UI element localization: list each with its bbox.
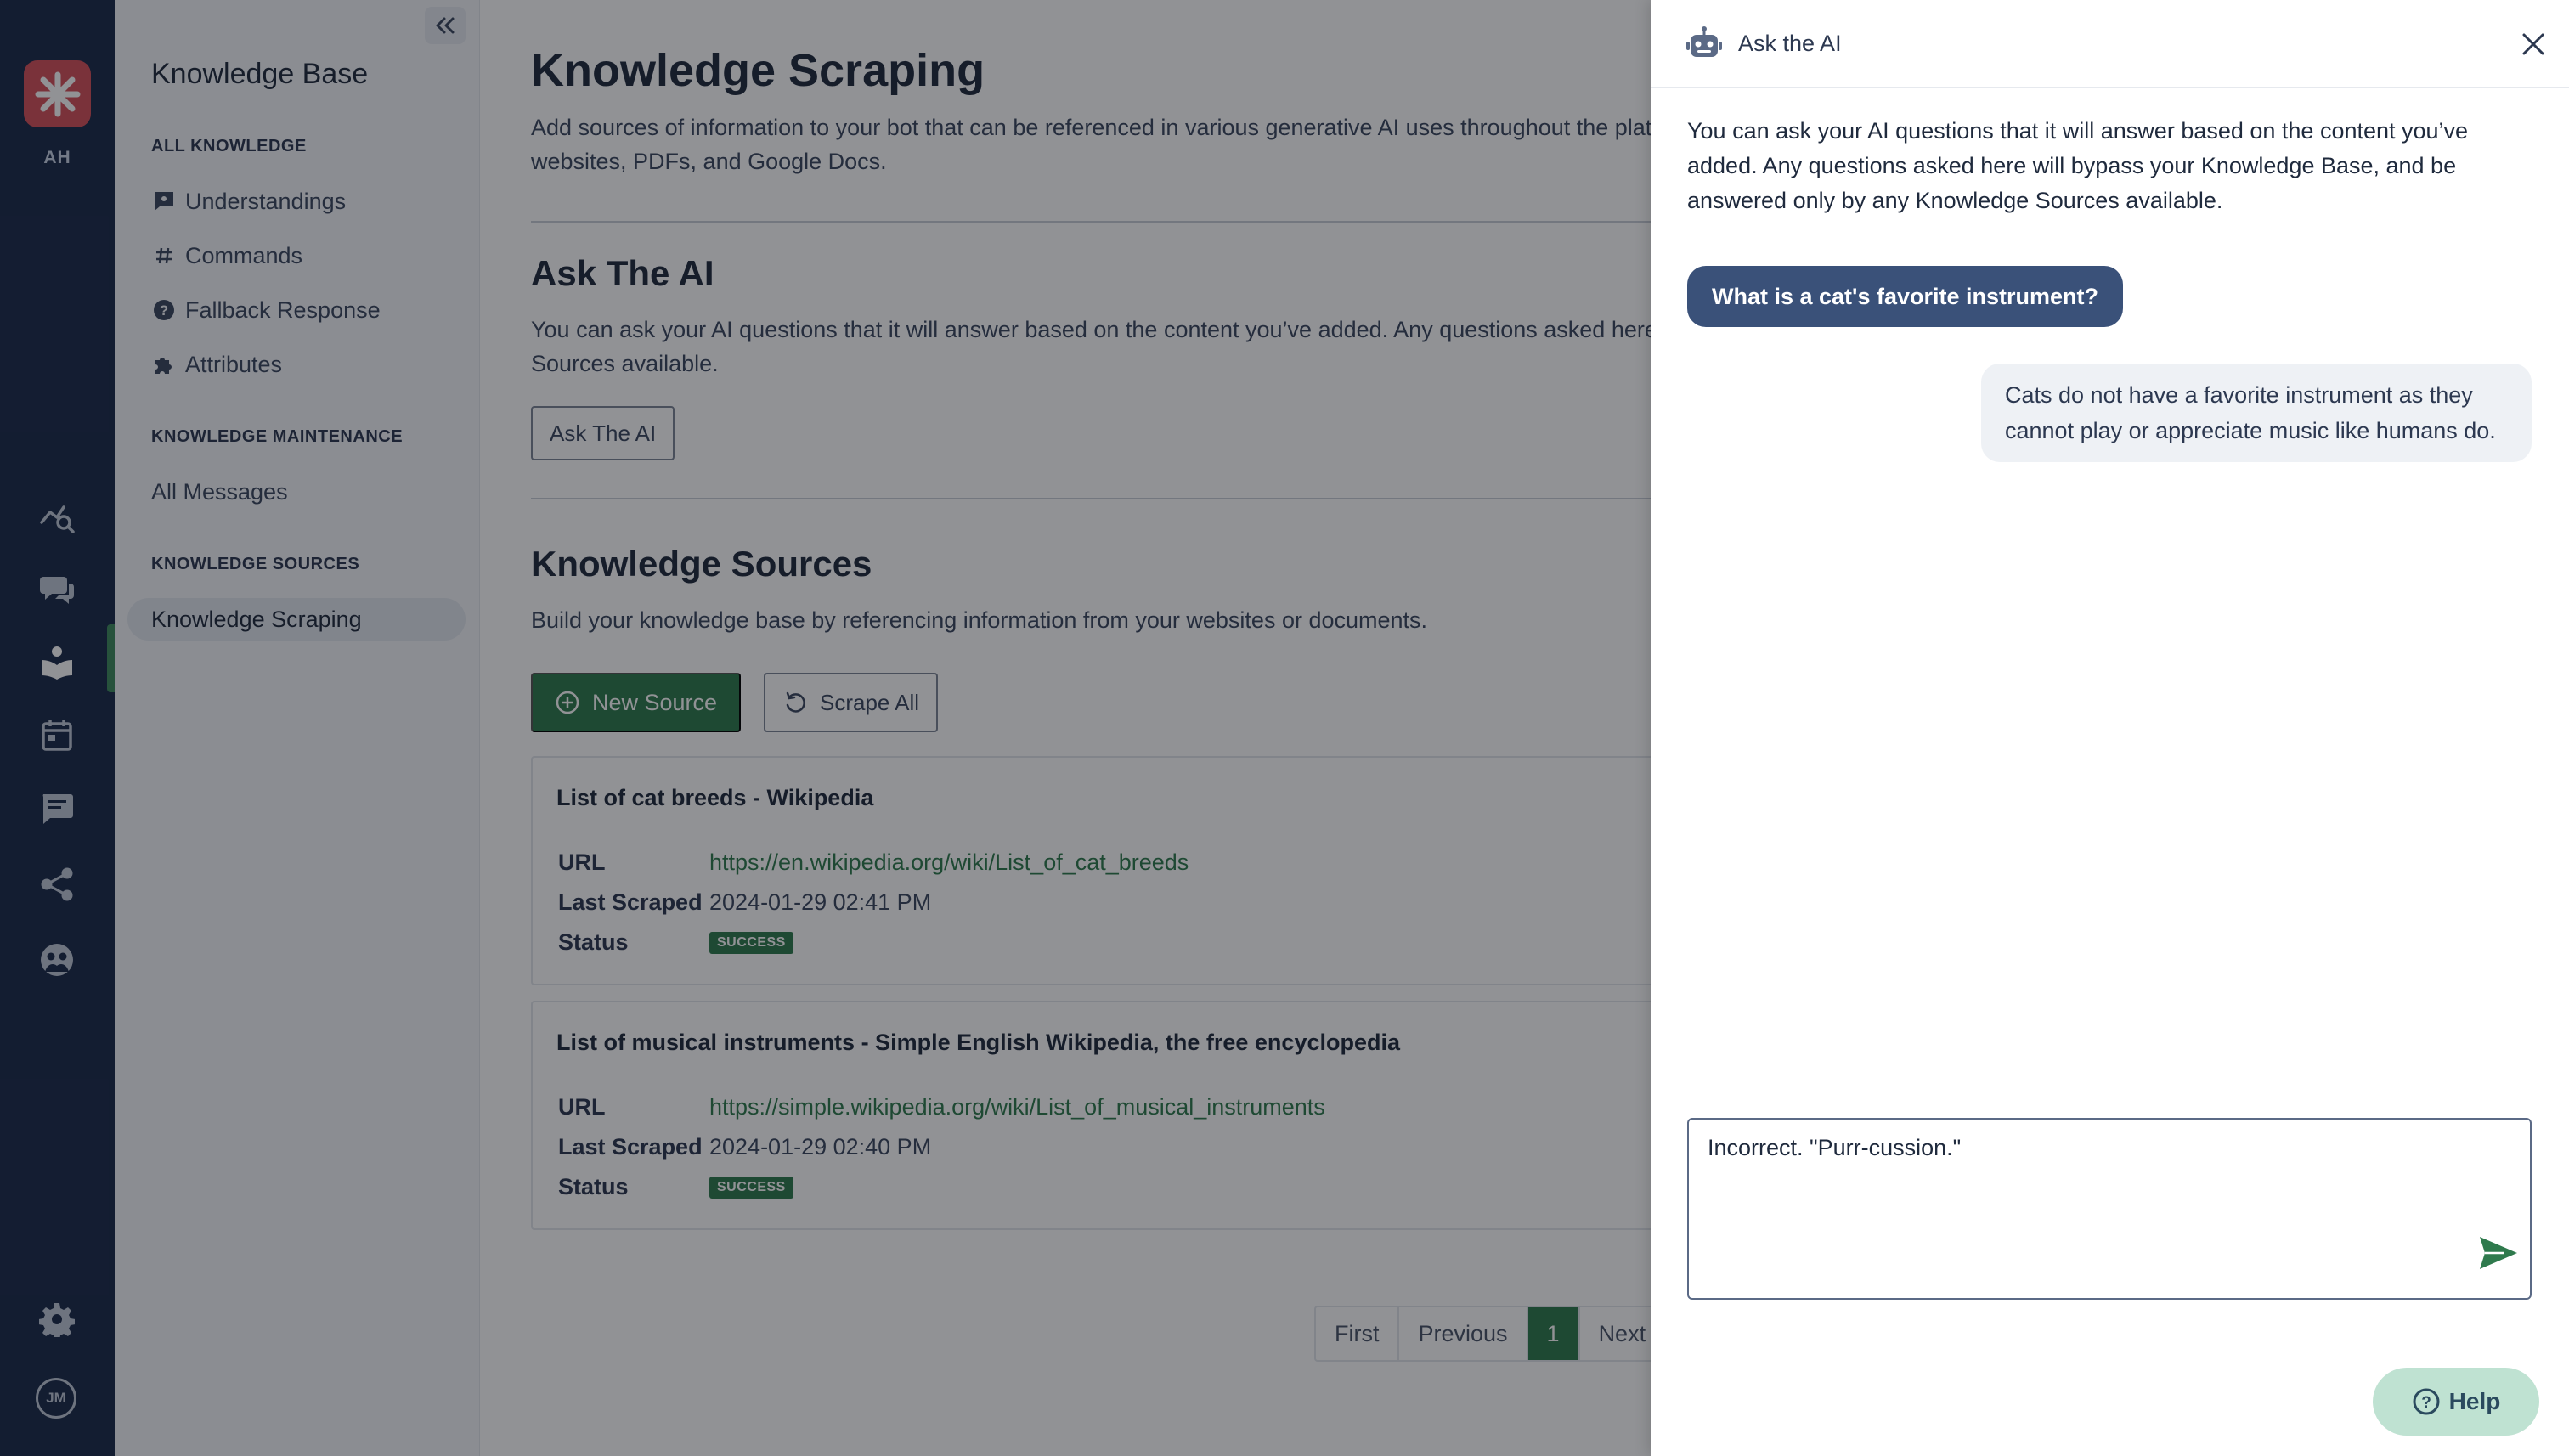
send-icon (2480, 1237, 2517, 1269)
ai-message-bubble: Cats do not have a favorite instrument a… (1981, 364, 2532, 462)
robot-icon (1685, 25, 1723, 65)
ask-ai-drawer: Ask the AI You can ask your AI questions… (1652, 0, 2569, 1456)
send-button[interactable] (2476, 1230, 2521, 1276)
drawer-intro-text: You can ask your AI questions that it wi… (1687, 118, 2469, 213)
close-drawer-button[interactable] (2516, 27, 2550, 61)
drawer-title: Ask the AI (1738, 31, 1842, 56)
message-composer: Incorrect. "Purr-cussion." (1687, 1118, 2532, 1300)
drawer-header: Ask the AI (1652, 0, 2569, 88)
user-message-bubble: What is a cat's favorite instrument? (1687, 266, 2124, 327)
modal-backdrop[interactable] (0, 0, 1652, 1456)
question-circle-icon: ? (2412, 1387, 2441, 1416)
help-label: Help (2448, 1388, 2501, 1414)
svg-text:?: ? (2421, 1394, 2431, 1412)
close-icon (2522, 33, 2544, 55)
message-input[interactable]: Incorrect. "Purr-cussion." (1708, 1135, 2472, 1237)
help-button[interactable]: ? Help (2373, 1368, 2539, 1436)
